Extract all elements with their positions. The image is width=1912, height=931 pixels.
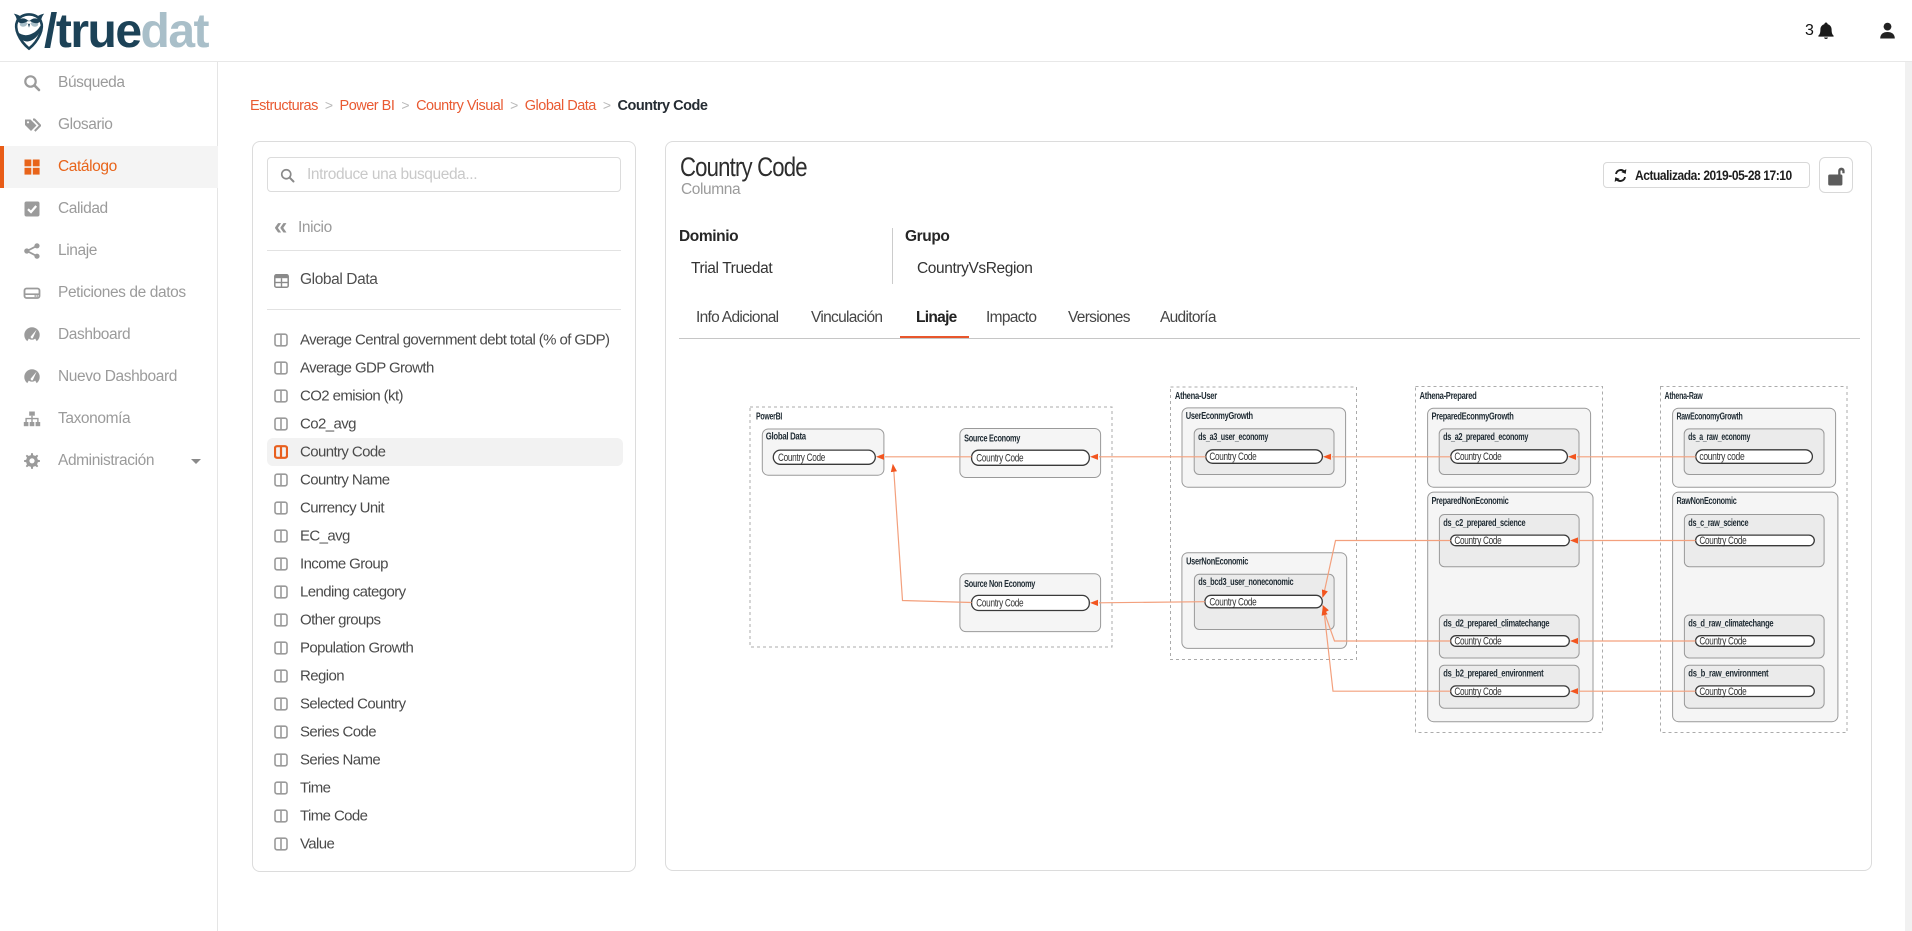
svg-text:Country Code: Country Code [1699, 535, 1746, 547]
svg-text:Global Data: Global Data [766, 431, 806, 443]
svg-text:Country Code: Country Code [778, 452, 825, 464]
svg-text:Athena-Prepared: Athena-Prepared [1420, 390, 1477, 402]
svg-text:Country Code: Country Code [1209, 596, 1256, 608]
svg-text:Country Code: Country Code [1454, 535, 1501, 547]
svg-text:Country Code: Country Code [976, 452, 1023, 464]
svg-text:Source Non Economy: Source Non Economy [964, 578, 1035, 590]
svg-text:Country Code: Country Code [1699, 636, 1746, 648]
svg-text:ds_b_raw_environment: ds_b_raw_environment [1688, 668, 1769, 680]
svg-text:ds_a2_prepared_economy: ds_a2_prepared_economy [1443, 431, 1528, 443]
svg-text:Athena-Raw: Athena-Raw [1665, 390, 1704, 402]
svg-text:Country Code: Country Code [976, 598, 1023, 610]
svg-text:Country Code: Country Code [1209, 451, 1256, 463]
svg-text:ds_bcd3_user_noneconomic: ds_bcd3_user_noneconomic [1198, 576, 1293, 588]
svg-text:ds_b2_prepared_environment: ds_b2_prepared_environment [1443, 668, 1544, 680]
svg-text:PreparedEconmyGrowth: PreparedEconmyGrowth [1432, 410, 1514, 422]
svg-text:RawEconomyGrowth: RawEconomyGrowth [1677, 410, 1743, 422]
svg-text:country code: country code [1699, 451, 1744, 463]
svg-text:ds_c_raw_science: ds_c_raw_science [1688, 517, 1748, 529]
svg-text:PowerBI: PowerBI [756, 411, 782, 423]
svg-text:Source Economy: Source Economy [964, 433, 1020, 445]
svg-text:ds_a_raw_economy: ds_a_raw_economy [1688, 431, 1750, 443]
svg-text:Country Code: Country Code [1454, 451, 1501, 463]
svg-text:ds_d_raw_climatechange: ds_d_raw_climatechange [1688, 617, 1773, 629]
svg-text:Athena-User: Athena-User [1175, 390, 1217, 402]
svg-text:ds_d2_prepared_climatechange: ds_d2_prepared_climatechange [1443, 617, 1549, 629]
svg-text:Country Code: Country Code [1699, 686, 1746, 698]
svg-text:ds_a3_user_economy: ds_a3_user_economy [1198, 431, 1268, 443]
svg-text:UserNonEconomic: UserNonEconomic [1186, 556, 1248, 568]
svg-text:Country Code: Country Code [1454, 636, 1501, 648]
svg-text:ds_c2_prepared_science: ds_c2_prepared_science [1443, 517, 1525, 529]
svg-text:PreparedNonEconomic: PreparedNonEconomic [1432, 495, 1509, 507]
svg-text:RawNonEconomic: RawNonEconomic [1677, 495, 1737, 507]
svg-text:Country Code: Country Code [1454, 686, 1501, 698]
svg-text:UserEconmyGrowth: UserEconmyGrowth [1186, 410, 1253, 422]
